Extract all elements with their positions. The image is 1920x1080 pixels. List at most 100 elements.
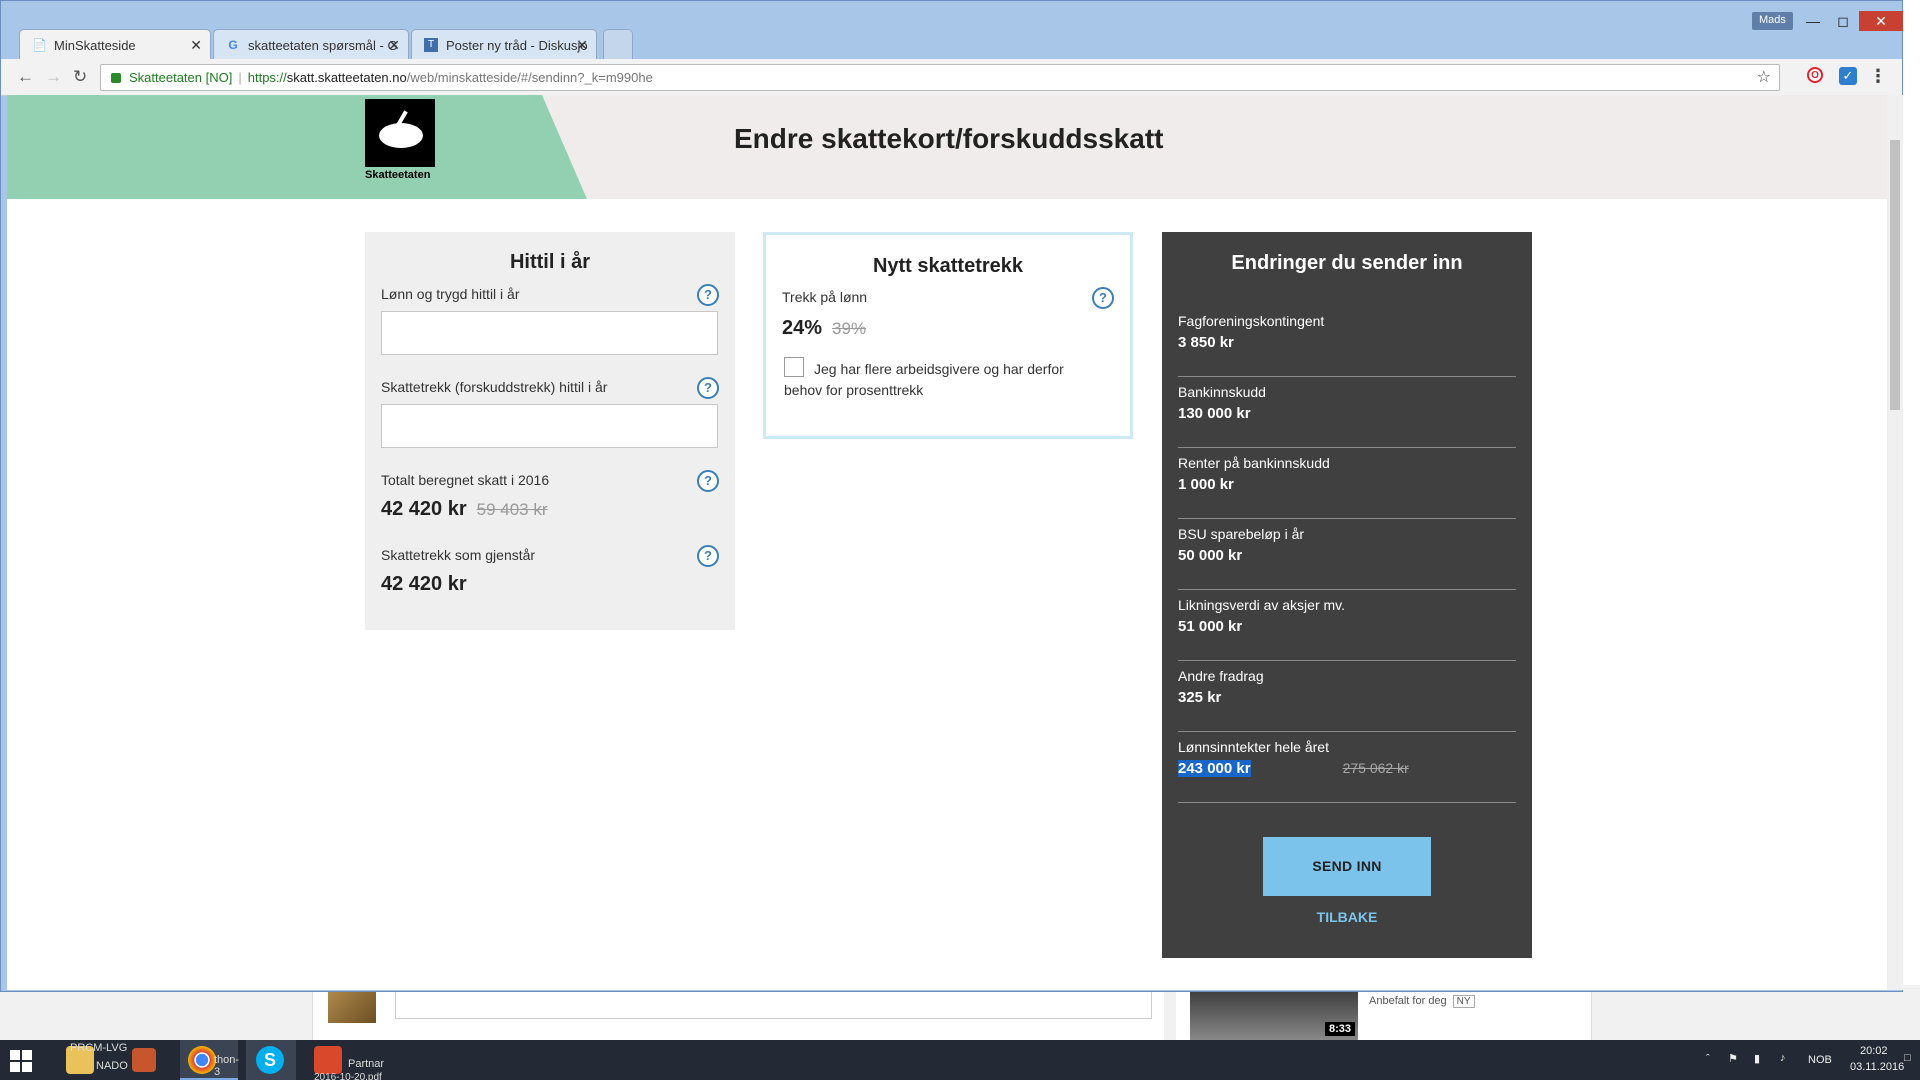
tab-strip: 📄 MinSkatteside ✕ G skatteetaten spørsmå… bbox=[1, 1, 1903, 60]
help-icon[interactable]: ? bbox=[697, 545, 719, 567]
list-item: BSU sparebeløp i år 50 000 kr bbox=[1178, 519, 1516, 590]
tab-label: skatteetaten spørsmål - G bbox=[248, 38, 398, 53]
clock-date[interactable]: 03.11.2016 bbox=[1850, 1061, 1904, 1073]
item-value: 243 000 kr 275 062 kr bbox=[1178, 760, 1516, 777]
taskbar: PRCM-LVG NADO thon-3 S Partnar 2016-10-2… bbox=[0, 1040, 1920, 1080]
taskbar-item-skype[interactable]: S bbox=[246, 1040, 296, 1080]
url-scheme: https:// bbox=[247, 70, 287, 85]
item-label: Lønnsinntekter hele året bbox=[1178, 739, 1329, 755]
item-label: BSU sparebeløp i år bbox=[1178, 526, 1305, 542]
taskbar-item-text: thon-3 bbox=[214, 1054, 240, 1078]
page-viewport: Skatteetaten Endre skattekort/forskuddss… bbox=[7, 95, 1894, 990]
rate-old: 39% bbox=[832, 319, 867, 338]
minimize-button[interactable]: — bbox=[1801, 11, 1825, 31]
tab-minskatteside[interactable]: 📄 MinSkatteside ✕ bbox=[19, 29, 211, 60]
app-icon bbox=[132, 1048, 156, 1072]
help-icon[interactable]: ? bbox=[1092, 287, 1114, 309]
video-duration: 8:33 bbox=[1325, 1022, 1356, 1036]
page-scrollbar[interactable] bbox=[1887, 95, 1903, 990]
system-tray: ˆ ⚑ ▮ ♪ NOB 20:02 03.11.2016 □ bbox=[1704, 1040, 1920, 1080]
flag-icon[interactable]: ⚑ bbox=[1728, 1052, 1738, 1065]
list-item: Lønnsinntekter hele året 243 000 kr 275 0… bbox=[1178, 732, 1516, 803]
profile-button[interactable]: Mads bbox=[1752, 12, 1793, 30]
close-icon[interactable]: ✕ bbox=[190, 37, 202, 54]
forward-arrow-icon[interactable]: → bbox=[45, 68, 62, 86]
item-value: 51 000 kr bbox=[1178, 618, 1243, 635]
tab-label: MinSkatteside bbox=[54, 38, 136, 53]
send-button[interactable]: SEND INN bbox=[1263, 837, 1431, 896]
skatteetaten-logo[interactable] bbox=[365, 99, 435, 167]
recommended-text: Anbefalt for deg bbox=[1369, 995, 1447, 1007]
withheld-input[interactable] bbox=[381, 404, 718, 448]
item-label: Renter på bankinnskudd bbox=[1178, 455, 1330, 471]
rate-value: 24% 39% bbox=[782, 317, 866, 340]
taskbar-item-bottom-text: 2016-10-20.pdf bbox=[314, 1072, 382, 1080]
help-icon[interactable]: ? bbox=[697, 377, 719, 399]
new-tab-button[interactable] bbox=[603, 29, 633, 59]
withheld-label: Skattetrekk (forskuddstrekk) hittil i år bbox=[381, 379, 608, 395]
taskbar-item-pdf[interactable]: Partnar 2016-10-20.pdf bbox=[308, 1040, 398, 1080]
background-page: 8:33 Anbefalt for deg NY bbox=[0, 985, 1920, 1043]
changes-list: Fagforeningskontingent 3 850 kr Bankinns… bbox=[1178, 306, 1516, 803]
item-label: Likningsverdi av aksjer mv. bbox=[1178, 597, 1346, 613]
close-icon[interactable]: ✕ bbox=[388, 37, 400, 54]
new-withholding-panel: Nytt skattetrekk Trekk på lønn ? 24% 39% … bbox=[763, 232, 1133, 439]
url-path: /web/minskatteside/#/sendinn?_k=m990he bbox=[406, 70, 653, 85]
menu-dots-icon[interactable]: ⋮ bbox=[1869, 67, 1887, 85]
lock-icon bbox=[111, 73, 121, 83]
address-separator: | bbox=[238, 70, 242, 85]
language-indicator[interactable]: NOB bbox=[1808, 1054, 1832, 1066]
tray-chevron-icon[interactable]: ˆ bbox=[1706, 1053, 1710, 1065]
background-thumbnail bbox=[328, 991, 376, 1023]
salary-input[interactable] bbox=[381, 311, 718, 355]
back-link[interactable]: TILBAKE bbox=[1162, 909, 1532, 925]
item-value: 3 850 kr bbox=[1178, 334, 1234, 351]
volume-icon[interactable]: ♪ bbox=[1780, 1052, 1786, 1064]
help-icon[interactable]: ? bbox=[697, 284, 719, 306]
list-item: Renter på bankinnskudd 1 000 kr bbox=[1178, 448, 1516, 519]
clock-time[interactable]: 20:02 bbox=[1860, 1045, 1888, 1057]
panel-title: Endringer du sender inn bbox=[1231, 252, 1463, 274]
item-value: 130 000 kr bbox=[1178, 405, 1251, 422]
logo-mark-icon bbox=[379, 123, 423, 148]
new-badge: NY bbox=[1452, 995, 1475, 1008]
help-icon[interactable]: ? bbox=[697, 470, 719, 492]
close-icon[interactable]: ✕ bbox=[576, 37, 588, 54]
taskbar-item-explorer[interactable]: PRCM-LVG NADO bbox=[60, 1040, 170, 1080]
rate-label: Trekk på lønn bbox=[782, 289, 868, 305]
close-window-button[interactable]: ✕ bbox=[1859, 11, 1903, 31]
opera-extension-icon[interactable]: O bbox=[1807, 67, 1823, 83]
taskbar-item-top-text: Partnar bbox=[348, 1058, 385, 1070]
chrome-icon bbox=[188, 1046, 216, 1074]
scrollbar-thumb[interactable] bbox=[1890, 140, 1900, 410]
forum-icon: T bbox=[424, 38, 438, 52]
taskbar-item-chrome[interactable]: thon-3 bbox=[180, 1040, 240, 1080]
item-value: 325 kr bbox=[1178, 689, 1222, 706]
multiple-employers-checkbox[interactable] bbox=[784, 357, 804, 377]
bookmark-star-icon[interactable]: ☆ bbox=[1757, 65, 1771, 90]
total-tax-value: 42 420 kr 59 403 kr bbox=[381, 498, 548, 521]
extension-check-icon[interactable]: ✓ bbox=[1839, 67, 1857, 85]
back-arrow-icon[interactable]: ← bbox=[17, 68, 34, 86]
reload-icon[interactable]: ↻ bbox=[73, 68, 87, 86]
item-label: Fagforeningskontingent bbox=[1178, 313, 1325, 329]
notifications-icon[interactable]: □ bbox=[1904, 1052, 1911, 1064]
page-icon: 📄 bbox=[32, 38, 47, 52]
address-bar[interactable]: Skatteetaten [NO] | https://skatt.skatteet… bbox=[100, 64, 1780, 91]
tab-google-search[interactable]: G skatteetaten spørsmål - G ✕ bbox=[213, 29, 409, 59]
old-annual-income: 275 062 kr bbox=[1342, 760, 1409, 776]
logo-text: Skatteetaten bbox=[365, 169, 431, 181]
rate-new: 24% bbox=[782, 317, 823, 339]
panel-title: Hittil i år bbox=[509, 251, 590, 273]
taskbar-item-top-text: PRCM-LVG bbox=[70, 1042, 128, 1054]
salary-label: Lønn og trygd hittil i år bbox=[381, 286, 520, 302]
browser-toolbar: ← → ↻ Skatteetaten [NO] | https://skatt.sk… bbox=[1, 59, 1902, 96]
header-green-band bbox=[7, 95, 587, 199]
maximize-button[interactable]: ◻ bbox=[1831, 11, 1855, 31]
so-far-this-year-panel: Hittil i år Lønn og trygd hittil i år ? … bbox=[365, 232, 735, 630]
network-icon[interactable]: ▮ bbox=[1754, 1052, 1760, 1065]
multiple-employers-label: Jeg har flere arbeidsgivere og har derfo… bbox=[784, 361, 1064, 398]
tab-forum-post[interactable]: T Poster ny tråd - Diskusjo ✕ bbox=[411, 29, 597, 59]
windows-start-icon[interactable] bbox=[10, 1050, 32, 1072]
item-label: Andre fradrag bbox=[1178, 668, 1264, 684]
